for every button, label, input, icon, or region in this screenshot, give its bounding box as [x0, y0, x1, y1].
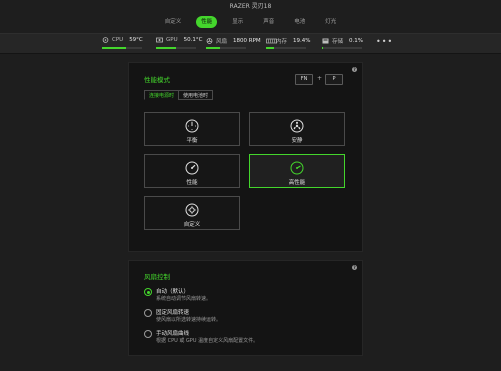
mode-high-performance-label: 高性能 — [288, 180, 306, 186]
fan-control-title: 风扇控制 — [144, 273, 170, 281]
fan-option-manual-title: 手动风扇曲线 — [156, 331, 190, 337]
tab-plugged-in[interactable]: 连接电源时 — [144, 90, 180, 100]
fan-control-panel: ? 风扇控制 自动（默认） 系统自动调节风扇转速。 固定风扇转速 使风扇以所选转… — [128, 260, 363, 356]
power-source-tabs: 连接电源时 使用电池时 — [144, 90, 214, 100]
mode-custom[interactable]: 自定义 — [144, 196, 240, 230]
performance-mode-title: 性能模式 — [144, 76, 170, 84]
fan-label: 风扇 — [216, 39, 228, 45]
cpu-icon — [102, 37, 109, 43]
performance-mode-panel: ? 性能模式 FN + P 连接电源时 使用电池时 平衡 安静 性能 高性能 自… — [128, 62, 363, 252]
cpu-label: CPU — [112, 37, 124, 43]
storage-label: 存储 — [332, 39, 344, 45]
fan-option-fixed-radio[interactable] — [144, 309, 152, 317]
gpu-stat: GPU 50.1°C — [156, 37, 202, 50]
mode-balanced[interactable]: 平衡 — [144, 112, 240, 146]
fan-option-auto-radio[interactable] — [144, 288, 152, 296]
fan-stat: 风扇 1800 RPM — [206, 37, 261, 50]
memory-stat: 内存 19.4% — [266, 37, 311, 50]
memory-label: 内存 — [276, 39, 288, 45]
tab-performance[interactable]: 性能 — [196, 16, 218, 28]
fan-value: 1800 RPM — [233, 38, 261, 44]
cpu-level-fill — [102, 47, 126, 49]
speedometer-icon — [185, 160, 199, 175]
cpu-level-bar — [102, 47, 142, 49]
more-options-button[interactable]: ••• — [376, 37, 393, 46]
storage-stat: 存储 0.1% — [322, 37, 363, 50]
tab-custom[interactable]: 自定义 — [160, 16, 187, 28]
mode-performance-label: 性能 — [186, 180, 198, 186]
gpu-value: 50.1°C — [183, 37, 203, 43]
memory-level-bar — [266, 47, 306, 49]
cpu-stat: CPU 59°C — [102, 37, 143, 50]
gpu-label: GPU — [166, 37, 178, 43]
performance-help-icon[interactable]: ? — [352, 67, 357, 72]
fan-option-auto-title: 自动（默认） — [156, 289, 190, 295]
fan-level-fill — [206, 47, 220, 49]
mode-custom-label: 自定义 — [183, 222, 201, 228]
storage-icon — [322, 38, 329, 44]
fan-level-bar — [206, 47, 246, 49]
fan-icon — [206, 38, 213, 44]
speedometer-icon — [290, 160, 304, 175]
gpu-level-bar — [156, 47, 196, 49]
fan-option-fixed-desc: 使风扇以所选转速持续运转。 — [156, 317, 222, 323]
fan-option-manual-radio[interactable] — [144, 330, 152, 338]
tab-battery[interactable]: 电池 — [289, 16, 310, 28]
window-title: RAZER 灵刃18 — [229, 3, 272, 10]
hotkey-plus: + — [317, 75, 323, 82]
mode-silent[interactable]: 安静 — [249, 112, 345, 146]
fan-icon — [290, 118, 304, 133]
gauge-icon — [185, 118, 199, 133]
tab-display[interactable]: 显示 — [227, 16, 248, 28]
mode-balanced-label: 平衡 — [186, 138, 198, 144]
main-tabs: 自定义 性能 显示 声音 电池 灯光 — [0, 16, 501, 30]
storage-value: 0.1% — [349, 38, 363, 44]
tab-lighting[interactable]: 灯光 — [320, 16, 341, 28]
tab-on-battery[interactable]: 使用电池时 — [178, 90, 214, 100]
tab-audio[interactable]: 声音 — [258, 16, 279, 28]
hotkey-p: P — [325, 74, 343, 85]
fan-option-fixed-title: 固定风扇转速 — [156, 310, 190, 316]
hotkey-fn: FN — [295, 74, 313, 85]
gpu-level-fill — [156, 47, 176, 49]
memory-icon — [266, 38, 277, 44]
cpu-value: 59°C — [129, 37, 143, 43]
fan-option-manual-desc: 根据 CPU 或 GPU 温度自定义风扇配置文件。 — [156, 338, 259, 344]
mode-high-performance[interactable]: 高性能 — [249, 154, 345, 188]
gpu-icon — [156, 37, 163, 43]
fan-help-icon[interactable]: ? — [352, 265, 357, 270]
mode-performance[interactable]: 性能 — [144, 154, 240, 188]
gear-icon — [185, 202, 199, 217]
storage-level-bar — [322, 47, 362, 49]
mode-silent-label: 安静 — [291, 138, 303, 144]
memory-value: 19.4% — [293, 38, 311, 44]
memory-level-fill — [266, 47, 274, 49]
fan-option-auto-desc: 系统自动调节风扇转速。 — [156, 296, 212, 302]
